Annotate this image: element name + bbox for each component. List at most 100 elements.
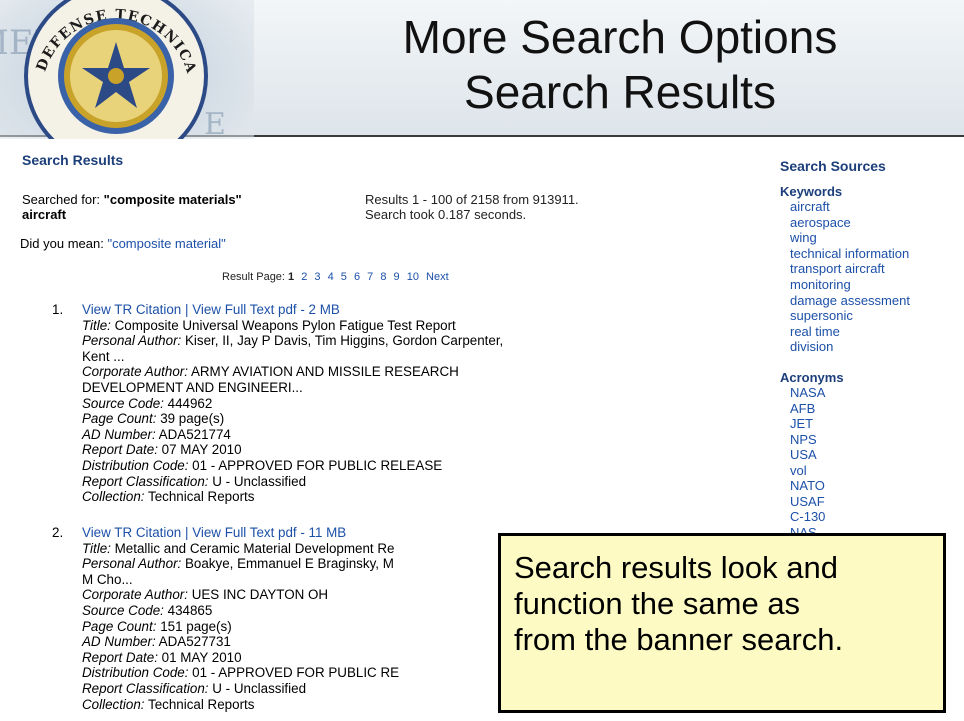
pager-page-4[interactable]: 4 bbox=[328, 271, 334, 283]
page-count: 39 page(s) bbox=[160, 411, 225, 427]
ad-number-label: AD Number: bbox=[82, 634, 156, 650]
pager-page-6[interactable]: 6 bbox=[354, 271, 360, 283]
search-stats: Results 1 - 100 of 2158 from 913911. Sea… bbox=[365, 192, 579, 222]
pager-page-2[interactable]: 2 bbox=[301, 271, 307, 283]
pagination: Result Page: 1 2 3 4 5 6 7 8 9 10 Next bbox=[222, 271, 449, 283]
title-label: Title: bbox=[82, 317, 111, 333]
dtic-seal-logo: MEN E DEFENSE TECHNICAL INFORMATION CENT… bbox=[0, 0, 254, 154]
acronym-link[interactable]: AFB bbox=[790, 401, 825, 417]
source-code: 444962 bbox=[167, 395, 213, 411]
distribution-code: 01 - APPROVED FOR PUBLIC RE bbox=[192, 665, 400, 681]
collection-label: Collection: bbox=[82, 696, 145, 712]
personal-author: Kiser, II, Jay P Davis, Tim Higgins, Gor… bbox=[184, 333, 504, 349]
view-fulltext-link[interactable]: View Full Text pdf - 11 MB bbox=[192, 525, 346, 540]
report-date: 01 MAY 2010 bbox=[161, 649, 242, 665]
slide-title-line1: More Search Options bbox=[402, 11, 838, 63]
distribution-label: Distribution Code: bbox=[82, 457, 189, 473]
distribution-label: Distribution Code: bbox=[82, 665, 189, 681]
acronym-link[interactable]: NATO bbox=[790, 478, 825, 494]
callout-line1: Search results look and bbox=[514, 550, 838, 585]
svg-text:E: E bbox=[204, 107, 226, 142]
searched-for-label: Searched for: bbox=[22, 192, 101, 207]
result-title: Metallic and Ceramic Material Developmen… bbox=[114, 540, 395, 556]
view-citation-link[interactable]: View TR Citation bbox=[82, 525, 181, 540]
searched-for: Searched for: "composite materials" airc… bbox=[22, 192, 242, 222]
slide-title-line2: Search Results bbox=[464, 66, 776, 118]
keywords-list: aircraft aerospace wing technical inform… bbox=[790, 199, 910, 355]
collection-label: Collection: bbox=[82, 489, 145, 505]
search-time: Search took 0.187 seconds. bbox=[365, 207, 527, 222]
keyword-link[interactable]: technical information bbox=[790, 246, 910, 262]
result-number: 2. bbox=[52, 525, 64, 540]
keyword-link[interactable]: supersonic bbox=[790, 308, 910, 324]
pager-page-3[interactable]: 3 bbox=[314, 271, 320, 283]
page-count-label: Page Count: bbox=[82, 411, 157, 427]
view-citation-link[interactable]: View TR Citation bbox=[82, 302, 181, 317]
pager-current: 1 bbox=[288, 271, 295, 283]
keywords-heading: Keywords bbox=[780, 184, 843, 199]
acronym-link[interactable]: NASA bbox=[790, 385, 825, 401]
acronym-link[interactable]: USAF bbox=[790, 494, 825, 510]
corp-author-label: Corporate Author: bbox=[82, 587, 188, 603]
slide-title: More Search Options Search Results bbox=[300, 10, 940, 120]
result-body: View TR Citation | View Full Text pdf - … bbox=[82, 302, 627, 505]
page-count: 151 page(s) bbox=[160, 618, 232, 634]
callout-box: Search results look and function the sam… bbox=[498, 533, 946, 713]
author-label: Personal Author: bbox=[82, 556, 182, 572]
did-you-mean-label: Did you mean: bbox=[20, 236, 104, 251]
keyword-link[interactable]: aerospace bbox=[790, 215, 910, 231]
pager-page-10[interactable]: 10 bbox=[407, 271, 419, 283]
keyword-link[interactable]: division bbox=[790, 339, 910, 355]
pager-page-5[interactable]: 5 bbox=[341, 271, 347, 283]
page-count-label: Page Count: bbox=[82, 618, 157, 634]
acronym-link[interactable]: USA bbox=[790, 447, 825, 463]
keyword-link[interactable]: aircraft bbox=[790, 199, 910, 215]
pager-label: Result Page: bbox=[222, 271, 285, 283]
source-code: 434865 bbox=[167, 602, 213, 618]
report-classification: U - Unclassified bbox=[212, 680, 307, 696]
view-fulltext-link[interactable]: View Full Text pdf - 2 MB bbox=[192, 302, 340, 317]
search-sources-heading: Search Sources bbox=[780, 158, 886, 174]
acronym-link[interactable]: vol bbox=[790, 463, 825, 479]
corp-author-label: Corporate Author: bbox=[82, 364, 188, 380]
ad-number-label: AD Number: bbox=[82, 426, 156, 442]
query-part2: aircraft bbox=[22, 207, 67, 222]
pager-page-8[interactable]: 8 bbox=[380, 271, 386, 283]
report-date: 07 MAY 2010 bbox=[161, 442, 242, 458]
collection: Technical Reports bbox=[148, 696, 255, 712]
results-count: Results 1 - 100 of 2158 from 913911. bbox=[365, 192, 579, 207]
query-part1: "composite materials" bbox=[103, 192, 242, 207]
did-you-mean-link[interactable]: "composite material" bbox=[107, 236, 225, 251]
pager-page-9[interactable]: 9 bbox=[394, 271, 400, 283]
link-separator: | bbox=[184, 302, 189, 317]
keyword-link[interactable]: wing bbox=[790, 230, 910, 246]
acronym-link[interactable]: C-130 bbox=[790, 509, 825, 525]
corporate-author: UES INC DAYTON OH bbox=[191, 587, 329, 603]
acronym-link[interactable]: JET bbox=[790, 416, 825, 432]
report-date-label: Report Date: bbox=[82, 649, 158, 665]
corporate-author: ARMY AVIATION AND MISSILE RESEARCH bbox=[190, 364, 459, 380]
acronyms-list: NASA AFB JET NPS USA vol NATO USAF C-130… bbox=[790, 385, 825, 540]
keyword-link[interactable]: damage assessment bbox=[790, 293, 910, 309]
corporate-author-cont: DEVELOPMENT AND ENGINEERI... bbox=[82, 379, 303, 395]
keyword-link[interactable]: monitoring bbox=[790, 277, 910, 293]
callout-line3: from the banner search. bbox=[514, 622, 844, 657]
source-code-label: Source Code: bbox=[82, 602, 164, 618]
pager-page-7[interactable]: 7 bbox=[367, 271, 373, 283]
keyword-link[interactable]: transport aircraft bbox=[790, 261, 910, 277]
acronym-link[interactable]: NPS bbox=[790, 432, 825, 448]
personal-author: Boakye, Emmanuel E Braginsky, M bbox=[184, 556, 394, 572]
source-code-label: Source Code: bbox=[82, 395, 164, 411]
ad-number: ADA521774 bbox=[158, 426, 231, 442]
report-date-label: Report Date: bbox=[82, 442, 158, 458]
did-you-mean: Did you mean: "composite material" bbox=[20, 236, 226, 251]
keyword-link[interactable]: real time bbox=[790, 324, 910, 340]
callout-line2: function the same as bbox=[514, 586, 801, 621]
result-number: 1. bbox=[52, 302, 64, 317]
title-label: Title: bbox=[82, 540, 111, 556]
distribution-code: 01 - APPROVED FOR PUBLIC RELEASE bbox=[192, 457, 443, 473]
pager-next[interactable]: Next bbox=[426, 271, 449, 283]
acronyms-heading: Acronyms bbox=[780, 370, 844, 385]
classification-label: Report Classification: bbox=[82, 680, 209, 696]
slide-header: MEN E DEFENSE TECHNICAL INFORMATION CENT… bbox=[0, 0, 964, 154]
